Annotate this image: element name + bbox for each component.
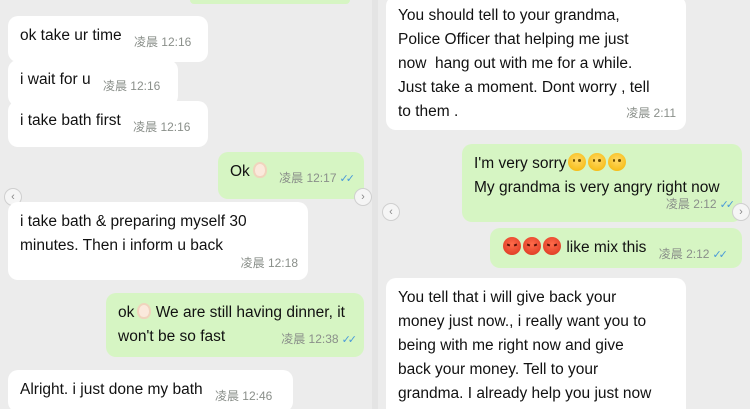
message-time: 凌晨 2:11	[626, 106, 676, 120]
message-time: 凌晨 2:12 ✓✓	[658, 247, 728, 261]
message-bubble-incoming[interactable]: i take bath first 凌晨 12:16	[8, 101, 208, 147]
message-time: 凌晨 12:16	[133, 35, 192, 49]
message-bubble-incoming[interactable]: Alright. i just done my bath 凌晨 12:46	[8, 370, 293, 409]
message-bubble-incoming[interactable]: i take bath & preparing myself 30 minute…	[8, 202, 308, 280]
ok-hand-emoji-icon	[252, 162, 267, 178]
message-time: 凌晨 2:12 ✓✓	[665, 197, 736, 211]
ok-hand-emoji-icon	[137, 303, 152, 319]
message-bubble-incoming[interactable]: i wait for u 凌晨 12:16	[8, 60, 178, 106]
message-time: 凌晨 12:16	[102, 79, 161, 93]
message-bubble-incoming[interactable]: You tell that i will give back your mone…	[386, 278, 686, 409]
message-time: 凌晨 12:17 ✓✓	[279, 171, 356, 185]
message-bubble-outgoing[interactable]: ok We are still having dinner, it won't …	[106, 293, 364, 357]
next-image-arrow-icon[interactable]: ›	[354, 188, 372, 206]
read-receipt-icon: ✓✓	[719, 199, 736, 211]
message-time: 凌晨 12:18	[240, 256, 298, 270]
message-bubble-outgoing[interactable]: like mix this 凌晨 2:12 ✓✓	[490, 228, 742, 268]
angry-face-emoji-icon	[523, 237, 541, 255]
message-bubble-outgoing[interactable]: I'm very sorry My grandma is very angry …	[462, 144, 742, 222]
message-time: 凌晨 12:46	[214, 389, 273, 403]
sad-face-emoji-icon	[587, 153, 606, 171]
sad-face-emoji-icon	[607, 153, 626, 171]
angry-face-emoji-icon	[503, 237, 521, 255]
message-bubble-incoming[interactable]: ok take ur time 凌晨 12:16	[8, 16, 208, 62]
message-time: 凌晨 12:38 ✓✓	[281, 332, 358, 346]
message-bubble-outgoing[interactable]: Ok 凌晨 12:17 ✓✓	[218, 152, 364, 199]
angry-face-emoji-icon	[543, 237, 561, 255]
previous-message-edge	[190, 0, 350, 4]
read-receipt-icon: ✓✓	[712, 249, 728, 261]
read-receipt-icon: ✓✓	[341, 334, 358, 346]
next-image-arrow-icon[interactable]: ›	[732, 203, 750, 221]
read-receipt-icon: ✓✓	[339, 173, 356, 185]
sad-face-emoji-icon	[567, 153, 586, 171]
message-bubble-incoming[interactable]: You should tell to your grandma, Police …	[386, 0, 686, 130]
prev-image-arrow-icon[interactable]: ‹	[382, 203, 400, 221]
right-chat-panel: You should tell to your grandma, Police …	[378, 0, 750, 409]
left-chat-panel: ok take ur time 凌晨 12:16 i wait for u 凌晨…	[0, 0, 372, 409]
message-time: 凌晨 12:16	[133, 120, 191, 134]
